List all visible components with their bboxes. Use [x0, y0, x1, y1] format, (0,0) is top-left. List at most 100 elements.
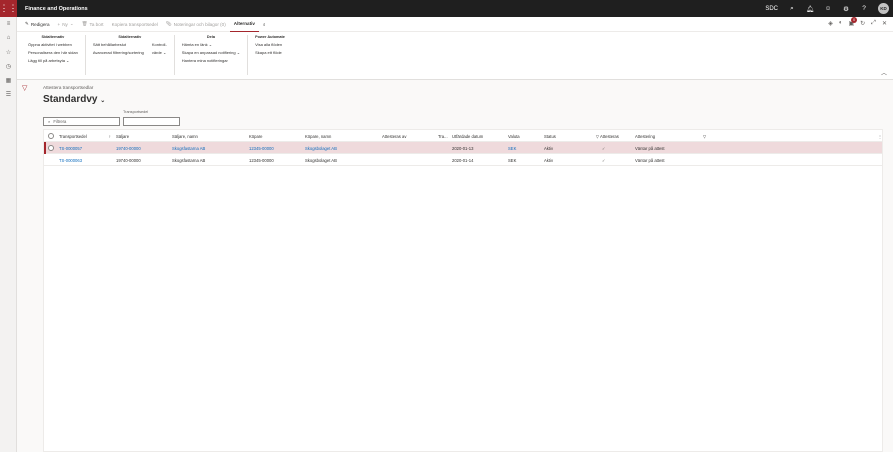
cell-saljare-namn[interactable]: Skogsfastarna AB [172, 142, 205, 154]
diamond-icon[interactable]: ◈ [828, 20, 833, 27]
col-header-attestering[interactable]: Attestering ▽ [635, 130, 706, 142]
col-header-transportsedel[interactable]: Transportsedel ↑ [59, 130, 111, 142]
filter-icon: ▽ [703, 133, 707, 139]
refresh-icon[interactable]: ↻ [860, 20, 865, 27]
modules-icon[interactable]: ☰ [0, 87, 17, 101]
main-content: ▽ Attestera transportsedlar Standardvy ⌄… [17, 80, 893, 452]
chevron-down-icon: ⌄ [100, 98, 106, 104]
col-header-datum[interactable]: Utfärdade datum [452, 130, 483, 142]
edit-button[interactable]: ✎ Redigera [21, 17, 54, 32]
app-title[interactable]: Finance and Operations [25, 6, 88, 12]
transportsedel-field[interactable] [123, 117, 180, 126]
tab-alternativ[interactable]: Alternativ [229, 17, 259, 32]
filter-icon: ▽ [595, 133, 600, 139]
create-flow-button[interactable]: Skapa ett flöde [255, 50, 282, 55]
app-launcher-icon[interactable]: ⋮⋮ [0, 0, 18, 17]
office-icon[interactable]: ◐ [839, 20, 843, 27]
ribbon-group-dela: Dela Hämta en länk ⌄ Skapa en anpassad n… [175, 35, 249, 75]
page-toolbar-right: ◈ ◐ ▣ 0 ↻ ⤢ ✕ [828, 17, 887, 27]
company-picker[interactable]: SDC [765, 6, 778, 12]
copy-waybill-button[interactable]: Kopiera transportsedel [108, 17, 162, 32]
help-icon[interactable]: ? [860, 5, 868, 12]
search-icon: ⌕ [48, 119, 51, 124]
waybill-grid: Transportsedel ↑ Säljare Säljare, namn Kö… [43, 129, 883, 452]
col-header-attesteras-av[interactable]: Attesteras av [382, 130, 406, 142]
top-bar: ⋮⋮ Finance and Operations SDC ⌕ 🔔︎ ☺ ⚙ ?… [0, 0, 893, 17]
cell-valuta[interactable]: SEK [508, 154, 516, 166]
col-header-valuta[interactable]: Valuta [508, 130, 520, 142]
action-tab-row: ✎ Redigera + Ny ⌄ 🗑︎ Ta bort Kopiera transpo… [17, 17, 893, 32]
cell-kopare[interactable]: 12345-00000 [249, 154, 274, 166]
left-nav: ≡ ⌂ ☆ ◷ ▦ ☰ [0, 17, 17, 452]
col-header-status[interactable]: Status ▽ [544, 130, 599, 142]
smiley-icon[interactable]: ☺ [824, 5, 832, 12]
container-decision-button[interactable]: Sätt behållarbeslut [93, 42, 144, 47]
avatar[interactable]: KD [878, 3, 889, 14]
transportsedel-field-label: Transportsedel [123, 110, 149, 114]
sort-icon: ↑ [108, 133, 111, 139]
workspaces-icon[interactable]: ▦ [0, 73, 17, 87]
gear-icon[interactable]: ⚙ [842, 5, 850, 13]
collapse-ribbon-icon[interactable]: ︿ [881, 68, 887, 77]
get-link-button[interactable]: Hämta en länk ⌄ [182, 42, 240, 47]
grid-header: Transportsedel ↑ Säljare Säljare, namn Kö… [44, 130, 882, 142]
control-value-label[interactable]: Kontroll- [152, 42, 167, 47]
show-all-flows-button[interactable]: Visa alla flöden [255, 42, 282, 47]
more-columns-icon[interactable]: ⋮ [878, 130, 882, 142]
star-icon[interactable]: ☆ [0, 45, 17, 59]
view-selector[interactable]: Standardvy ⌄ [43, 94, 105, 105]
col-header-saljare[interactable]: Säljare [116, 130, 129, 142]
col-header-kopare[interactable]: Köpare [249, 130, 263, 142]
delete-icon: 🗑︎ [81, 21, 88, 26]
cell-transportsedel[interactable]: TS-0000063 [59, 154, 82, 166]
open-in-web-button[interactable]: Öppna aktivitet i webben [28, 42, 78, 47]
home-icon[interactable]: ⌂ [0, 31, 17, 45]
delete-button[interactable]: 🗑︎ Ta bort [78, 17, 108, 32]
attachments-badge-icon[interactable]: ▣ 0 [848, 17, 858, 27]
cell-status: Aktiv [544, 145, 554, 151]
col-header-saljare-namn[interactable]: Säljare, namn [172, 130, 198, 142]
cell-kopare-namn[interactable]: Skogsbolaget AB [305, 142, 337, 154]
hamburger-icon[interactable]: ≡ [0, 17, 17, 31]
clock-icon[interactable]: ◷ [0, 59, 17, 73]
attachment-icon: 📎︎ [165, 21, 172, 26]
edit-icon: ✎ [25, 21, 29, 26]
open-new-window-icon[interactable]: ⤢ [871, 20, 876, 27]
ribbon-group-sidalternativ-1: Sidalternativ Öppna aktivitet i webben P… [21, 35, 86, 75]
new-button[interactable]: + Ny ⌄ [54, 17, 78, 32]
cell-valuta[interactable]: SEK [508, 142, 516, 154]
select-all-radio[interactable] [48, 130, 54, 142]
table-row[interactable]: TS-0000063 19740-00000 Skogsfastarna AB … [44, 154, 882, 166]
create-notification-button[interactable]: Skapa en anpassad notifiering ⌄ [182, 50, 240, 55]
notes-attachments-button[interactable]: 📎︎ Noteringar och bilagor (0) [162, 17, 230, 32]
cell-saljare-namn[interactable]: Skogsfastarna AB [172, 154, 205, 166]
action-search-icon[interactable]: ⌕ [259, 17, 270, 32]
col-header-tra[interactable]: Tra... [438, 130, 448, 142]
cell-kopare[interactable]: 12345-00000 [249, 142, 274, 154]
cell-datum: 2020-01-14 [452, 157, 474, 163]
control-value-dropdown[interactable]: värde ⌄ [152, 50, 167, 55]
table-row[interactable]: TS-0000057 19740-00000 Skogsfastarna AB … [44, 142, 882, 154]
ribbon-group-sidalternativ-2: Sidalternativ Sätt behållarbeslut Avance… [86, 35, 175, 75]
bell-icon[interactable]: 🔔︎ [806, 5, 814, 13]
cell-transportsedel[interactable]: TS-0000057 [59, 142, 82, 154]
chevron-down-icon: ⌄ [69, 21, 74, 26]
col-header-kopare-namn[interactable]: Köpare, namn [305, 130, 331, 142]
col-header-attesteras[interactable]: Attesteras [600, 130, 619, 142]
filter-input[interactable]: ⌕ Filtrera [43, 117, 120, 126]
cell-kopare-namn[interactable]: Skogsbolaget AB [305, 154, 337, 166]
manage-notifications-button[interactable]: Hantera mina notifieringar [182, 58, 240, 63]
action-pane: ✎ Redigera + Ny ⌄ 🗑︎ Ta bort Kopiera transpo… [17, 17, 893, 80]
close-icon[interactable]: ✕ [882, 20, 887, 27]
ribbon-group-power-automate: Power Automate Visa alla flöden Skapa et… [255, 35, 285, 55]
row-select-radio[interactable] [48, 142, 54, 154]
selection-indicator [44, 142, 46, 154]
advanced-filter-button[interactable]: Avancerad filtrering/sortering [93, 50, 144, 55]
search-icon[interactable]: ⌕ [788, 5, 796, 13]
cell-saljare[interactable]: 19740-00000 [116, 142, 141, 154]
personalize-button[interactable]: Personalisera den här sidan [28, 50, 78, 55]
filter-pane-icon[interactable]: ▽ [22, 84, 27, 92]
cell-saljare[interactable]: 19740-00000 [116, 154, 141, 166]
check-icon: ✓ [602, 157, 606, 163]
add-to-workspace-button[interactable]: Lägg till på arbetsyta ⌄ [28, 58, 78, 63]
